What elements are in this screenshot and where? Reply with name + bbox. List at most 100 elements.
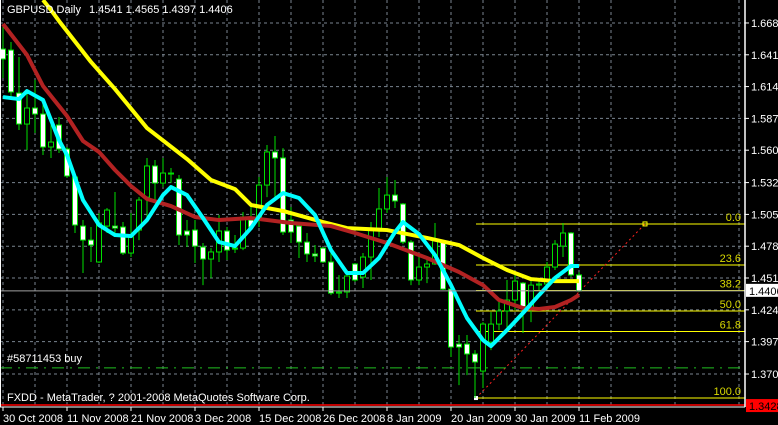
candle-body <box>448 288 454 348</box>
candle <box>304 233 310 262</box>
candle-body <box>40 113 46 148</box>
candle <box>312 245 318 262</box>
candle-body <box>536 283 542 286</box>
low-price-label: 1.3428 <box>749 401 778 413</box>
candle-body <box>112 225 118 229</box>
candle-body <box>344 275 350 293</box>
fib-level-label: 50.0 <box>720 299 741 311</box>
copyright-label: FXDD - MetaTrader, ? 2001-2008 MetaQuote… <box>7 392 310 404</box>
candle-body <box>160 172 166 184</box>
candle <box>192 220 198 264</box>
candle-body <box>384 194 390 210</box>
metatrader-chart-window: 0.0 23.6 38.2 50.0 61.8 100.0 1.4406 1.3428 1.… <box>0 0 778 425</box>
grid <box>0 0 745 407</box>
price-chart[interactable]: 0.0 23.6 38.2 50.0 61.8 100.0 1.4406 1.3428 1.… <box>0 0 778 425</box>
candle-body <box>192 229 198 247</box>
candle-body <box>264 151 270 186</box>
date-tick-label: 20 Jan 2009 <box>451 413 512 425</box>
candle <box>456 335 462 386</box>
candle <box>552 240 558 270</box>
candle-body <box>208 251 214 260</box>
candle <box>0 26 6 78</box>
candle-body <box>520 282 526 308</box>
price-tick-label: 1.4785 <box>751 241 778 253</box>
candle <box>336 275 342 299</box>
candle-body <box>120 226 126 254</box>
candle-body <box>104 209 110 227</box>
candle-body <box>80 225 86 241</box>
candle-body <box>376 208 382 231</box>
date-tick-label: 26 Dec 2008 <box>323 413 385 425</box>
candle <box>24 92 30 151</box>
candle-body <box>24 107 30 125</box>
candle <box>264 145 270 198</box>
price-tick-label: 1.5600 <box>751 145 778 157</box>
candle <box>392 179 398 209</box>
bid-price-label: 1.4406 <box>749 286 778 298</box>
candle <box>568 232 574 278</box>
candle-body <box>48 141 54 148</box>
date-tick-label: 30 Oct 2008 <box>3 413 63 425</box>
date-tick-label: 21 Nov 2008 <box>131 413 193 425</box>
candle-body <box>224 230 230 251</box>
candle <box>464 335 470 376</box>
fib-level-label: 61.8 <box>720 319 741 331</box>
chart-symbol-label: GBPUSD,Daily 1.4541 1.4565 1.4397 1.4406 <box>7 4 233 16</box>
date-tick-label: 3 Dec 2008 <box>195 413 251 425</box>
date-tick-label: 11 Feb 2009 <box>579 413 640 425</box>
candle-body <box>472 353 478 363</box>
candle-body <box>304 241 310 255</box>
candle <box>168 167 174 184</box>
candle <box>208 248 214 279</box>
candle <box>88 227 94 262</box>
candle-body <box>296 225 302 243</box>
candle-body <box>184 230 190 236</box>
candle-body <box>312 253 318 257</box>
price-tick-label: 1.5325 <box>751 178 778 190</box>
candle <box>560 222 566 258</box>
candle <box>152 159 158 201</box>
candle <box>120 222 126 256</box>
candle-body <box>496 310 502 325</box>
candle <box>200 243 206 286</box>
candle <box>296 222 302 258</box>
candle-body <box>8 49 14 93</box>
fib-level-label: 23.6 <box>720 253 741 265</box>
price-tick-label: 1.3975 <box>751 337 778 349</box>
price-tick-label: 1.6680 <box>751 18 778 30</box>
candle-body <box>480 323 486 372</box>
candle-body <box>464 343 470 355</box>
candle <box>184 220 190 248</box>
candle-body <box>336 291 342 294</box>
candle-body <box>416 266 422 281</box>
price-tick-label: 1.5870 <box>751 113 778 125</box>
axes: 1.6680 1.6410 1.6140 1.5870 1.5600 1.5325 1.50… <box>0 0 778 425</box>
price-tick-label: 1.4515 <box>751 273 778 285</box>
candle <box>496 302 502 331</box>
price-tick-label: 1.6140 <box>751 82 778 94</box>
price-tick-label: 1.5055 <box>751 209 778 221</box>
fib-level-label: 100.0 <box>713 386 741 398</box>
candle <box>8 42 14 101</box>
candle-body <box>424 263 430 268</box>
candle <box>16 57 22 131</box>
candle <box>448 287 454 358</box>
candle <box>272 136 278 198</box>
candle <box>40 102 46 156</box>
candle <box>416 253 422 286</box>
candle-body <box>152 165 158 184</box>
order-label: #58711453 buy <box>7 353 83 365</box>
candle <box>136 197 142 241</box>
candle <box>320 247 326 264</box>
candle-body <box>88 239 94 246</box>
candle-body <box>144 165 150 198</box>
price-tick-label: 1.3700 <box>751 369 778 381</box>
candle-body <box>0 48 6 60</box>
candle-body <box>232 247 238 250</box>
candle-body <box>392 194 398 202</box>
candle-body <box>488 323 494 343</box>
candle <box>144 157 150 221</box>
candle-body <box>552 243 558 268</box>
candle <box>112 192 118 234</box>
date-tick-label: 8 Jan 2009 <box>387 413 441 425</box>
